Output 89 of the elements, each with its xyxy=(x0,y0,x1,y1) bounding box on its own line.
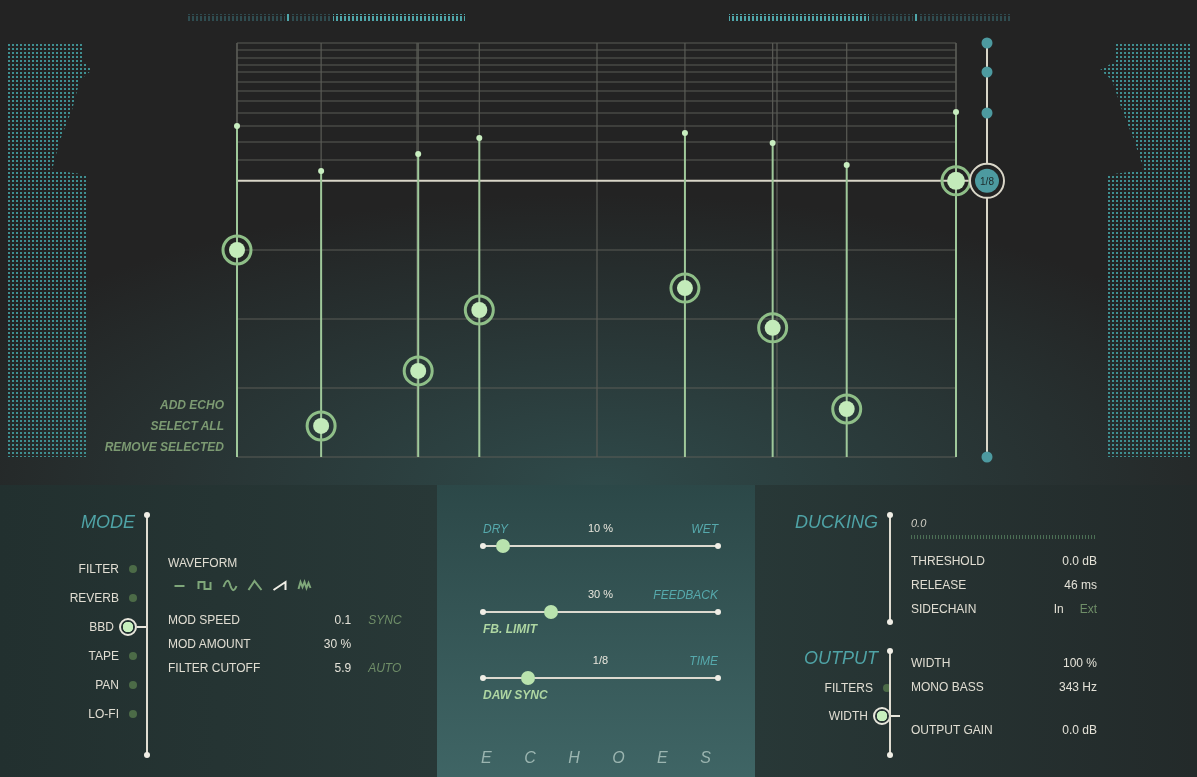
mode-label[interactable]: BBD xyxy=(89,620,114,634)
param-label: FILTER CUTOFF xyxy=(168,661,262,675)
saw-wave-icon[interactable] xyxy=(272,578,288,592)
slider-option[interactable]: FB. LIMIT xyxy=(483,622,537,636)
param-label: OUTPUT GAIN xyxy=(911,723,993,737)
section-title: MODE xyxy=(81,511,135,533)
sine-wave-icon[interactable] xyxy=(222,578,238,592)
slider-thumb[interactable] xyxy=(495,539,510,553)
time-handle[interactable] xyxy=(969,162,1005,199)
echo-tap[interactable] xyxy=(305,42,337,458)
param-value[interactable]: 5.9 xyxy=(297,661,352,675)
output-label[interactable]: WIDTH xyxy=(828,709,868,723)
slider-option[interactable]: DAW SYNC xyxy=(483,688,548,702)
rail-dot[interactable] xyxy=(981,107,993,119)
echo-knob[interactable] xyxy=(757,312,789,344)
echo-point[interactable] xyxy=(681,130,688,136)
mode-label[interactable]: PAN xyxy=(95,678,119,692)
output-label[interactable]: FILTERS xyxy=(824,681,873,695)
echo-tap[interactable] xyxy=(831,42,863,458)
echo-knob[interactable] xyxy=(463,294,495,326)
mode-label[interactable]: FILTER xyxy=(78,562,119,576)
param-value[interactable]: 0.0 dB xyxy=(1062,723,1097,737)
param-value[interactable]: 0.0 dB xyxy=(1062,554,1097,568)
echo-point[interactable] xyxy=(415,151,422,157)
logo-text: E C H O E S xyxy=(480,749,712,767)
param-label: MONO BASS xyxy=(911,680,984,694)
echo-knob[interactable] xyxy=(831,393,863,425)
slider-thumb[interactable] xyxy=(544,605,559,619)
mode-label[interactable]: REVERB xyxy=(69,591,119,605)
echo-knob[interactable] xyxy=(940,165,972,197)
echo-point[interactable] xyxy=(476,135,483,141)
echo-menu-link[interactable]: ADD ECHO xyxy=(160,398,224,412)
section-title: DUCKING xyxy=(795,511,878,533)
mode-radio[interactable] xyxy=(129,594,137,602)
echo-point[interactable] xyxy=(769,140,776,146)
param-value[interactable]: 100 % xyxy=(1062,656,1097,670)
param-option[interactable]: SYNC xyxy=(368,613,402,627)
param-value[interactable]: 46 ms xyxy=(1064,578,1097,592)
param-label: MOD AMOUNT xyxy=(168,637,252,651)
slider-label: DRY xyxy=(483,522,508,536)
param-label: SIDECHAIN xyxy=(911,602,977,616)
sidechain-option[interactable]: In xyxy=(1053,602,1064,616)
rail-dot[interactable] xyxy=(981,451,993,463)
slider-thumb[interactable] xyxy=(520,671,535,685)
random-wave-icon[interactable] xyxy=(297,578,313,592)
echo-tap[interactable] xyxy=(463,42,495,458)
triangle-wave-icon[interactable] xyxy=(247,578,263,592)
echo-tap[interactable] xyxy=(940,42,972,458)
echo-knob[interactable] xyxy=(221,234,253,266)
slider-value: 1/8 xyxy=(592,654,609,668)
echo-tap[interactable] xyxy=(402,42,434,458)
time-value: 1/8 xyxy=(980,175,994,187)
param-value[interactable]: 343 Hz xyxy=(1058,680,1097,694)
echo-knob[interactable] xyxy=(402,355,434,387)
echo-point[interactable] xyxy=(843,162,850,168)
param-label: RELEASE xyxy=(911,578,967,592)
section-title: OUTPUT xyxy=(804,647,878,669)
echo-tap[interactable] xyxy=(669,42,701,458)
echo-knob[interactable] xyxy=(669,272,701,304)
mode-radio[interactable] xyxy=(129,565,137,573)
echo-point[interactable] xyxy=(234,123,240,129)
ducking-reading: 0.0 xyxy=(911,517,928,531)
mode-radio[interactable] xyxy=(129,710,137,718)
slider-label: FEEDBACK xyxy=(653,588,718,602)
echo-menu-link[interactable]: REMOVE SELECTED xyxy=(104,440,224,454)
slider-label: WET xyxy=(691,522,718,536)
mode-radio[interactable] xyxy=(119,618,137,636)
square-wave-icon[interactable] xyxy=(197,578,213,592)
slider-value: 30 % xyxy=(587,588,614,602)
param-value[interactable]: 30 % xyxy=(297,637,352,651)
echo-point[interactable] xyxy=(953,109,959,115)
rail-dot[interactable] xyxy=(981,66,993,78)
mode-radio[interactable] xyxy=(129,652,137,660)
param-label: THRESHOLD xyxy=(911,554,985,568)
sidechain-option[interactable]: Ext xyxy=(1079,602,1097,616)
param-value[interactable]: 0.1 xyxy=(297,613,352,627)
echo-point[interactable] xyxy=(318,168,325,174)
slider-value: 10 % xyxy=(587,522,614,536)
mode-label[interactable]: LO-FI xyxy=(88,707,119,721)
echo-knob[interactable] xyxy=(305,410,337,442)
rail-dot[interactable] xyxy=(981,37,993,49)
param-label: WIDTH xyxy=(911,656,951,670)
mode-radio[interactable] xyxy=(129,681,137,689)
param-label: MOD SPEED xyxy=(168,613,241,627)
mode-label[interactable]: TAPE xyxy=(88,649,119,663)
slider-label: TIME xyxy=(689,654,718,668)
echo-tap[interactable] xyxy=(757,42,789,458)
waveform-label: WAVEFORM xyxy=(168,556,239,570)
echo-menu-link[interactable]: SELECT ALL xyxy=(150,419,224,433)
